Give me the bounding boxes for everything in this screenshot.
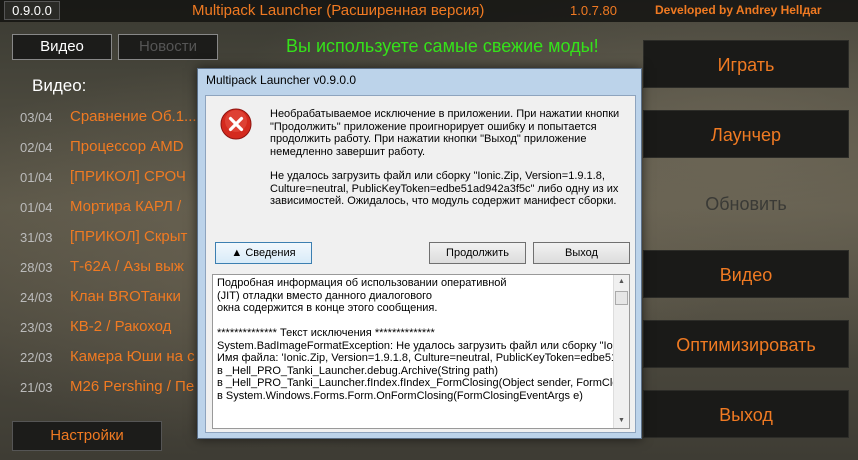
continue-button[interactable]: Продолжить: [429, 242, 526, 264]
details-button[interactable]: ▲ Сведения: [215, 242, 312, 264]
list-item[interactable]: 23/03 КВ-2 / Ракоход: [20, 318, 210, 348]
error-icon: [220, 108, 252, 140]
details-line: в System.Windows.Forms.Form.OnFormClosin…: [217, 389, 583, 402]
list-item[interactable]: 01/04 [ПРИКОЛ] СРОЧ: [20, 168, 210, 198]
video-date: 02/04: [20, 140, 53, 155]
version-label: 0.9.0.0: [4, 1, 60, 20]
video-date: 01/04: [20, 200, 53, 215]
error-message-detail: Не удалось загрузить файл или сборку "Io…: [270, 170, 619, 207]
video-date: 23/03: [20, 320, 53, 335]
status-message: Вы используете самые свежие моды!: [286, 36, 599, 56]
video-title[interactable]: Процессор AMD: [70, 138, 184, 155]
video-title[interactable]: КВ-2 / Ракоход: [70, 318, 171, 335]
video-title[interactable]: Мортира КАРЛ /: [70, 198, 181, 215]
details-button-label: Сведения: [245, 247, 296, 259]
video-button[interactable]: Видео: [643, 250, 849, 298]
details-line: System.BadImageFormatException: Не удало…: [217, 339, 615, 352]
details-line: [217, 315, 615, 328]
app-title: Multipack Launcher (Расширенная версия): [192, 2, 485, 19]
video-title[interactable]: Т-62А / Азы выж: [70, 258, 184, 275]
scroll-up-icon[interactable]: ▲: [614, 275, 629, 289]
title-bar: 0.9.0.0 Multipack Launcher (Расширенная …: [0, 0, 858, 22]
list-item[interactable]: 22/03 Камера Юши на с: [20, 348, 210, 378]
list-item[interactable]: 02/04 Процессор AMD: [20, 138, 210, 168]
exit-menu-button[interactable]: Выход: [643, 390, 849, 438]
details-line: в _Hell_PRO_Tanki_Launcher.debug.Archive…: [217, 364, 499, 377]
update-button: Обновить: [705, 194, 787, 214]
scroll-down-icon[interactable]: ▼: [614, 414, 629, 428]
play-button[interactable]: Играть: [643, 40, 849, 88]
error-message-summary: Необрабатываемое исключение в приложении…: [270, 108, 620, 158]
tab-news[interactable]: Новости: [118, 34, 218, 60]
video-title[interactable]: [ПРИКОЛ] СРОЧ: [70, 168, 186, 185]
details-textbox[interactable]: Подробная информация об использовании оп…: [212, 274, 630, 429]
list-item[interactable]: 28/03 Т-62А / Азы выж: [20, 258, 210, 288]
developer-credit: Developed by Andrey Hellдаr: [655, 3, 822, 17]
video-title[interactable]: Сравнение Об.1...: [70, 108, 197, 125]
chevron-up-icon: ▲: [231, 247, 246, 259]
details-line: ************** Текст исключения ********…: [217, 327, 435, 339]
details-line: окна содержится в конце этого сообщения.: [217, 302, 438, 314]
video-title[interactable]: Клан BROТанки: [70, 288, 181, 305]
tab-video[interactable]: Видео: [12, 34, 112, 60]
video-date: 22/03: [20, 350, 53, 365]
details-line: Имя файла: 'Ionic.Zip, Version=1.9.1.8, …: [217, 352, 615, 364]
video-section-label: Видео:: [32, 76, 87, 95]
video-title[interactable]: M26 Pershing / Пе: [70, 378, 194, 395]
list-item[interactable]: 01/04 Мортира КАРЛ /: [20, 198, 210, 228]
video-date: 31/03: [20, 230, 53, 245]
dialog-title: Multipack Launcher v0.9.0.0: [206, 73, 357, 87]
video-date: 24/03: [20, 290, 53, 305]
list-item[interactable]: 03/04 Сравнение Об.1...: [20, 108, 210, 138]
details-line: в _Hell_PRO_Tanki_Launcher.fIndex.fIndex…: [217, 377, 615, 389]
error-dialog: Multipack Launcher v0.9.0.0 Необрабатыва…: [197, 68, 642, 439]
dialog-body: Необрабатываемое исключение в приложении…: [205, 95, 636, 433]
details-line: (JIT) отладки вместо данного диалогового: [217, 289, 432, 302]
launcher-button[interactable]: Лаунчер: [643, 110, 849, 158]
video-title[interactable]: [ПРИКОЛ] Скрыт: [70, 228, 187, 245]
video-date: 03/04: [20, 110, 53, 125]
scroll-thumb[interactable]: [615, 291, 628, 305]
details-scrollbar[interactable]: ▲ ▼: [613, 275, 629, 428]
details-line: Подробная информация об использовании оп…: [217, 277, 507, 289]
exit-button[interactable]: Выход: [533, 242, 630, 264]
list-item[interactable]: 31/03 [ПРИКОЛ] Скрыт: [20, 228, 210, 258]
video-date: 21/03: [20, 380, 53, 395]
details-text: Подробная информация об использовании оп…: [217, 277, 615, 402]
list-item[interactable]: 24/03 Клан BROТанки: [20, 288, 210, 318]
error-message: Необрабатываемое исключение в приложении…: [270, 108, 630, 220]
build-number: 1.0.7.80: [570, 3, 617, 18]
optimize-button[interactable]: Оптимизировать: [643, 320, 849, 368]
video-title[interactable]: Камера Юши на с: [70, 348, 195, 365]
list-item[interactable]: 21/03 M26 Pershing / Пе: [20, 378, 210, 408]
video-date: 01/04: [20, 170, 53, 185]
video-date: 28/03: [20, 260, 53, 275]
settings-button[interactable]: Настройки: [12, 421, 162, 451]
video-list: 03/04 Сравнение Об.1... 02/04 Процессор AM…: [20, 108, 210, 408]
